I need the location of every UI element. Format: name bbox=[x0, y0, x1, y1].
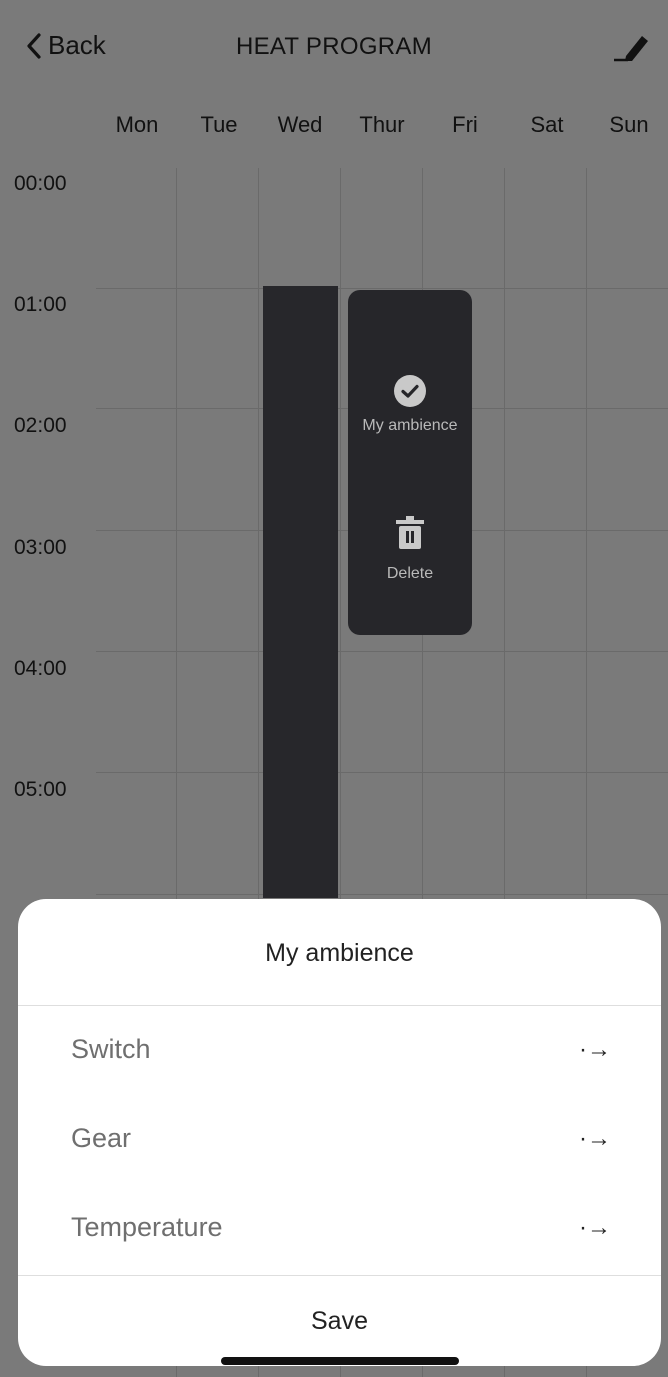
day-header-row: Mon Tue Wed Thur Fri Sat Sun bbox=[0, 112, 668, 142]
ambience-option[interactable]: My ambience bbox=[348, 375, 472, 435]
arrow-right-icon: ·→ bbox=[579, 1214, 611, 1241]
time-label: 02:00 bbox=[14, 414, 67, 437]
delete-option-label: Delete bbox=[386, 565, 434, 582]
time-label: 01:00 bbox=[14, 293, 67, 316]
home-indicator[interactable] bbox=[221, 1357, 459, 1365]
sheet-row-switch[interactable]: Switch ·→ bbox=[18, 1022, 661, 1082]
page-title: HEAT PROGRAM bbox=[235, 33, 433, 60]
grid-hline bbox=[96, 894, 668, 895]
delete-option[interactable]: Delete bbox=[348, 515, 472, 583]
trash-icon bbox=[396, 516, 424, 549]
arrow-right-icon: ·→ bbox=[579, 1036, 611, 1063]
day-sun: Sun bbox=[609, 112, 649, 137]
arrow-right-icon: ·→ bbox=[579, 1125, 611, 1152]
day-wed: Wed bbox=[277, 112, 323, 137]
day-fri: Fri bbox=[452, 112, 478, 137]
grid-hline bbox=[96, 772, 668, 773]
sheet-title: My ambience bbox=[265, 939, 414, 967]
grid-hline bbox=[96, 651, 668, 652]
day-thur: Thur bbox=[359, 112, 405, 137]
row-label: Temperature bbox=[71, 1212, 223, 1242]
grid-hline bbox=[96, 288, 668, 289]
day-sat: Sat bbox=[530, 112, 564, 137]
save-button[interactable]: Save bbox=[18, 1307, 661, 1336]
time-label: 00:00 bbox=[14, 172, 67, 195]
sheet-divider bbox=[18, 1005, 661, 1006]
pencil-icon bbox=[614, 36, 648, 62]
schedule-block-wed[interactable] bbox=[263, 286, 338, 898]
row-label: Gear bbox=[71, 1123, 132, 1153]
day-mon: Mon bbox=[115, 112, 159, 137]
check-circle-icon bbox=[394, 375, 426, 407]
sheet-row-temperature[interactable]: Temperature ·→ bbox=[18, 1200, 661, 1260]
sheet-row-gear[interactable]: Gear ·→ bbox=[18, 1111, 661, 1171]
header-bar: Back HEAT PROGRAM bbox=[0, 0, 668, 90]
time-label: 05:00 bbox=[14, 778, 67, 801]
block-context-menu: My ambience Delete bbox=[348, 290, 472, 635]
ambience-sheet: My ambience Switch ·→ Gear ·→ Temperatur… bbox=[18, 899, 661, 1366]
ambience-option-label: My ambience bbox=[362, 417, 458, 434]
edit-button[interactable] bbox=[612, 30, 652, 64]
row-label: Switch bbox=[71, 1034, 151, 1064]
sheet-divider bbox=[18, 1275, 661, 1276]
time-label: 04:00 bbox=[14, 657, 67, 680]
day-tue: Tue bbox=[200, 112, 238, 137]
time-label: 03:00 bbox=[14, 536, 67, 559]
